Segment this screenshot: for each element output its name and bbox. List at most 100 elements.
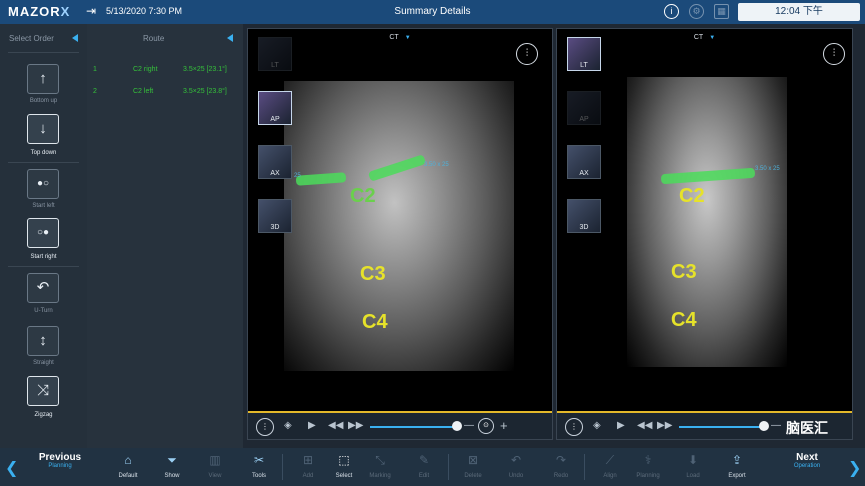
order-start-left-button[interactable]: ●○: [27, 169, 59, 199]
slice-slider-knob[interactable]: [452, 421, 462, 431]
more-options-icon[interactable]: ⋮: [256, 418, 274, 436]
viewer-left-settings-icon[interactable]: ⫶: [516, 43, 538, 65]
order-u-turn-button[interactable]: ↶: [27, 273, 59, 303]
select-icon: ⬚: [338, 453, 350, 467]
thumb-right-lt[interactable]: LT: [567, 37, 601, 71]
previous-button-label: Previous: [38, 452, 82, 463]
tool-planning-button[interactable]: ⚕ Planning: [630, 452, 666, 479]
thumb-left-lt-label: LT: [271, 62, 279, 69]
order-zigzag-button[interactable]: ⤨: [27, 376, 59, 406]
tool-load-label: Load: [686, 473, 700, 479]
more-options-icon[interactable]: ⋮: [565, 418, 583, 436]
info-icon[interactable]: i: [664, 4, 679, 19]
clock-display: 12:04 下午: [738, 3, 860, 21]
route-row-2-num[interactable]: 2: [93, 88, 97, 95]
next-arrow-icon[interactable]: ❯: [848, 458, 861, 478]
gear-icon[interactable]: ⚙: [689, 4, 704, 19]
tool-select-button[interactable]: ⬚ Select: [326, 452, 362, 479]
vertebra-label-c3: C3: [671, 261, 697, 283]
order-top-down-button[interactable]: ↓: [27, 114, 59, 144]
vertebra-label-c4: C4: [671, 309, 697, 331]
bottom-toolbar: ❮ Previous Planning ⌂ Default ⏷ Show ▥ View…: [0, 448, 865, 486]
thumb-right-ax[interactable]: AX: [567, 145, 601, 179]
fast-forward-icon[interactable]: ▶▶: [348, 420, 363, 431]
chevron-down-icon[interactable]: ▼: [405, 35, 411, 41]
zoom-reset-icon[interactable]: ⊙: [478, 418, 494, 434]
measure-left: 25: [294, 173, 301, 179]
viewer-right-modality[interactable]: CT ▼: [557, 34, 852, 41]
tool-undo-button[interactable]: ↶ Undo: [498, 452, 534, 479]
collapse-order-icon[interactable]: [72, 34, 78, 42]
tool-planning-label: Planning: [636, 473, 660, 479]
viewer-right-settings-icon[interactable]: ⫶: [823, 43, 845, 65]
slice-slider[interactable]: [370, 426, 458, 428]
play-icon[interactable]: ▶: [617, 420, 625, 431]
tool-add-button[interactable]: ⊞ Add: [290, 452, 326, 479]
route-row-1-spec[interactable]: 3.5×25 [23.1°]: [183, 66, 227, 73]
tool-align-label: Align: [603, 473, 617, 479]
thumb-left-lt[interactable]: LT: [258, 37, 292, 71]
ct-viewer-left[interactable]: CT ▼ ⫶ LT AP AX 3D 25 3.50 x 25 C2 C3 C4 …: [247, 28, 553, 440]
thumb-left-ap[interactable]: AP: [258, 91, 292, 125]
tool-view-button[interactable]: ▥ View: [197, 452, 233, 479]
tool-select-label: Select: [335, 473, 353, 479]
tool-redo-label: Redo: [553, 473, 569, 479]
ct-scan-image-left: [284, 81, 514, 371]
thumb-left-3d[interactable]: 3D: [258, 199, 292, 233]
vertebra-label-c4: C4: [362, 311, 388, 333]
tool-delete-button[interactable]: ⊠ Delete: [455, 452, 491, 479]
tool-default-button[interactable]: ⌂ Default: [110, 452, 146, 479]
order-start-right-button[interactable]: ○●: [27, 218, 59, 248]
rewind-icon[interactable]: ◀◀: [328, 420, 343, 431]
tool-marking-button[interactable]: ⤡ Marking: [362, 452, 398, 479]
zoom-out-icon[interactable]: —: [771, 420, 781, 431]
layers-icon[interactable]: ◈: [284, 420, 292, 431]
view-icon: ▥: [209, 453, 221, 467]
tool-export-label: Export: [728, 473, 746, 479]
order-top-down-label: Top down: [30, 150, 57, 156]
zoom-out-icon[interactable]: —: [464, 420, 474, 431]
slice-slider[interactable]: [679, 426, 765, 428]
order-bottom-up-label: Bottom up: [29, 98, 58, 104]
route-row-1-name[interactable]: C2 right: [133, 66, 158, 73]
top-bar: MAZORX ⇥ 5/13/2020 7:30 PM Summary Detai…: [0, 0, 865, 24]
calendar-icon[interactable]: ▦: [714, 4, 729, 19]
rewind-icon[interactable]: ◀◀: [637, 420, 652, 431]
thumb-right-ap-label: AP: [579, 116, 589, 123]
next-button[interactable]: Next Operation: [778, 452, 836, 469]
tool-load-button[interactable]: ⬇ Load: [675, 452, 711, 479]
thumb-left-ax[interactable]: AX: [258, 145, 292, 179]
thumb-right-ap[interactable]: AP: [567, 91, 601, 125]
tool-show-button[interactable]: ⏷ Show: [154, 452, 190, 479]
thumb-left-ax-label: AX: [270, 170, 280, 177]
route-row-1-num[interactable]: 1: [93, 66, 97, 73]
home-icon: ⌂: [124, 453, 132, 467]
order-bottom-up-button[interactable]: ↑: [27, 64, 59, 94]
slice-slider-knob[interactable]: [759, 421, 769, 431]
previous-button[interactable]: Previous Planning: [30, 452, 90, 469]
play-icon[interactable]: ▶: [308, 420, 316, 431]
order-start-right-label: Start right: [30, 254, 57, 260]
viewer-left-modality[interactable]: CT ▼: [248, 34, 552, 41]
tool-align-button[interactable]: ⟋ Align: [592, 452, 628, 479]
route-row-2-spec[interactable]: 3.5×25 [23.8°]: [183, 88, 227, 95]
thumb-right-3d[interactable]: 3D: [567, 199, 601, 233]
collapse-route-icon[interactable]: [227, 34, 233, 42]
tool-tools-label: Tools: [251, 473, 266, 479]
ct-viewer-right[interactable]: CT ▼ ⫶ LT AP AX 3D 3.50 x 25 C2 C3 C4 ⋮ ◈…: [556, 28, 853, 440]
thumb-right-lt-label: LT: [580, 62, 588, 69]
filter-icon: ⏷: [167, 453, 177, 467]
order-straight-button[interactable]: ↕: [27, 326, 59, 356]
fast-forward-icon[interactable]: ▶▶: [657, 420, 672, 431]
tool-edit-button[interactable]: ✎ Edit: [406, 452, 442, 479]
select-order-panel: Select Order ↑ Bottom up ↓ Top down ●○ S…: [0, 24, 87, 448]
layers-icon[interactable]: ◈: [593, 420, 601, 431]
route-row-2-name[interactable]: C2 left: [133, 88, 153, 95]
tool-redo-button[interactable]: ↷ Redo: [543, 452, 579, 479]
tool-tools-button[interactable]: ✂ Tools: [241, 452, 277, 479]
zoom-in-icon[interactable]: +: [500, 418, 508, 433]
chevron-down-icon[interactable]: ▼: [709, 35, 715, 41]
previous-arrow-icon[interactable]: ❮: [5, 458, 18, 478]
previous-button-sub: Planning: [48, 463, 72, 469]
tool-export-button[interactable]: ⇪ Export: [719, 452, 755, 479]
